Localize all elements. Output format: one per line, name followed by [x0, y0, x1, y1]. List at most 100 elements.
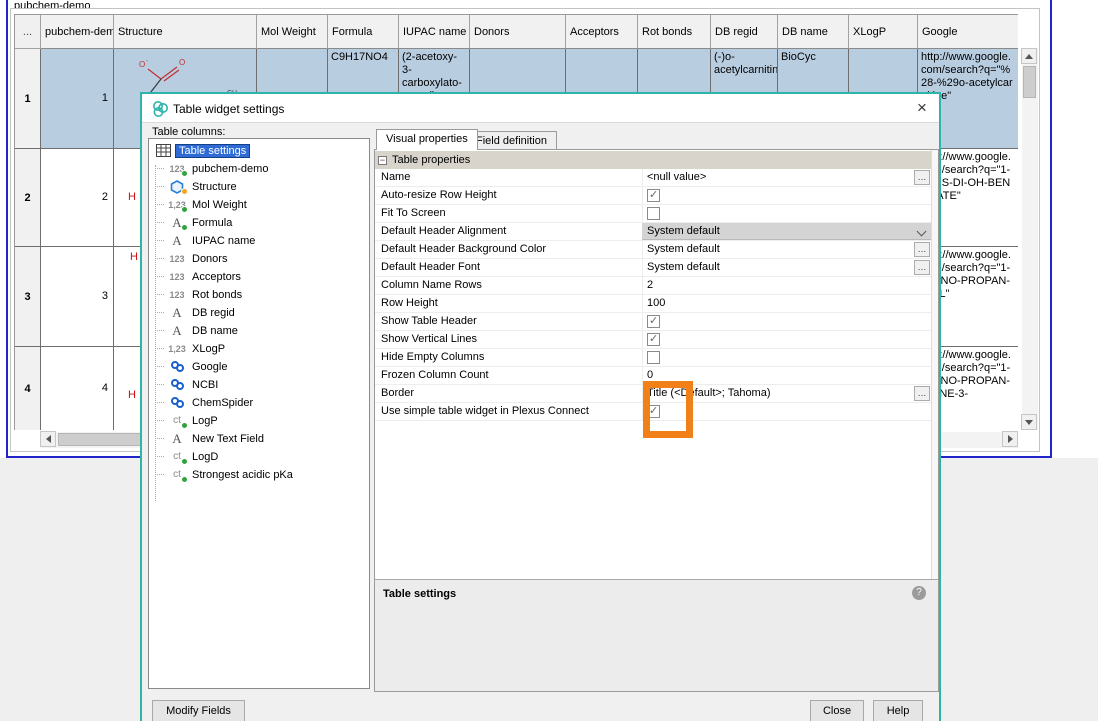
column-header-donors[interactable]: Donors [470, 15, 566, 49]
ellipsis-button[interactable]: … [914, 260, 930, 275]
tree-item-logp[interactable]: ct LogP [155, 412, 221, 429]
tree-item-donors[interactable]: 123 Donors [155, 250, 230, 267]
checkbox[interactable] [647, 351, 660, 364]
integer-field-icon: 123 [165, 269, 189, 284]
tree-item-iupac-name[interactable]: A IUPAC name [155, 232, 258, 249]
close-button[interactable]: Close [810, 700, 864, 721]
tree-item-table-settings[interactable]: Table settings [151, 142, 250, 159]
column-header-formula[interactable]: Formula [328, 15, 399, 49]
tree-item-acceptors[interactable]: 123 Acceptors [155, 268, 244, 285]
column-header-db-regid[interactable]: DB regid [711, 15, 778, 49]
calculated-badge-icon [181, 206, 188, 213]
calculated-badge-icon [181, 224, 188, 231]
ellipsis-button[interactable]: … [914, 170, 930, 185]
ellipsis-button[interactable]: … [914, 242, 930, 257]
checkbox[interactable] [647, 333, 660, 346]
scroll-right-button[interactable] [1002, 431, 1018, 447]
tab-visual-properties[interactable]: Visual properties [376, 129, 478, 150]
tree-item-label: Structure [189, 180, 240, 194]
tree-item-label: XLogP [189, 342, 228, 356]
ellipsis-button[interactable]: … [914, 386, 930, 401]
tree-item-label: Formula [189, 216, 235, 230]
property-row-default-header-font: Default Header Font System default … [375, 259, 931, 277]
scroll-down-button[interactable] [1021, 414, 1037, 430]
row-number[interactable]: 3 [15, 247, 41, 347]
row-number[interactable]: 1 [15, 49, 41, 149]
table-cell[interactable]: 4 [41, 347, 114, 430]
annotation-highlight-rectangle [643, 381, 693, 438]
dialog-title: Table widget settings [173, 102, 284, 116]
tree-item-formula[interactable]: A Formula [155, 214, 235, 231]
table-properties-section-header[interactable]: − Table properties [375, 151, 931, 169]
tree-item-logd[interactable]: ct LogD [155, 448, 221, 465]
tree-item-db-regid[interactable]: A DB regid [155, 304, 238, 321]
tree-item-db-name[interactable]: A DB name [155, 322, 241, 339]
table-columns-tree: Table settings 123 pubchem-demo Structur… [148, 138, 370, 689]
chemterm-field-icon: ct [165, 467, 189, 482]
tree-item-label: Acceptors [189, 270, 244, 284]
column-header-iupac[interactable]: IUPAC name [399, 15, 470, 49]
close-icon[interactable]: × [910, 97, 934, 119]
column-chooser-button[interactable]: ... [15, 15, 41, 49]
column-header-google[interactable]: Google [918, 15, 1018, 49]
link-icon [165, 359, 189, 374]
tree-item-structure[interactable]: Structure [155, 178, 240, 195]
table-cell[interactable]: 3 [41, 247, 114, 347]
tree-item-strongest-acidic-pka[interactable]: ct Strongest acidic pKa [155, 466, 296, 483]
tree-panel-label: Table columns: [152, 126, 225, 138]
tree-item-label: ChemSpider [189, 396, 256, 410]
dropdown[interactable]: System default [642, 223, 931, 240]
link-icon [165, 395, 189, 410]
tree-item-label: New Text Field [189, 432, 267, 446]
column-header-mol-weight[interactable]: Mol Weight [257, 15, 328, 49]
dialog-title-bar[interactable]: Table widget settings × [142, 94, 939, 123]
tree-item-label: Rot bonds [189, 288, 245, 302]
property-row-fit-to-screen: Fit To Screen [375, 205, 931, 223]
tree-item-google[interactable]: Google [155, 358, 230, 375]
warning-badge-icon [181, 188, 188, 195]
calculated-badge-icon [181, 458, 188, 465]
tree-item-ncbi[interactable]: NCBI [155, 376, 221, 393]
tree-item-xlogp[interactable]: 1,23 XLogP [155, 340, 228, 357]
calculated-badge-icon [181, 476, 188, 483]
checkbox[interactable] [647, 315, 660, 328]
vertical-scrollbar[interactable] [1022, 48, 1038, 430]
scroll-up-button[interactable] [1021, 48, 1037, 64]
tree-item-label: Google [189, 360, 230, 374]
column-header-rot-bonds[interactable]: Rot bonds [638, 15, 711, 49]
property-row-default-header-alignment: Default Header Alignment System default [375, 223, 931, 241]
help-button[interactable]: Help [873, 700, 923, 721]
tree-item-label: IUPAC name [189, 234, 258, 248]
chemterm-field-icon: ct [165, 449, 189, 464]
column-header-structure[interactable]: Structure [114, 15, 257, 49]
column-header-pubchem-demo[interactable]: pubchem-demo [41, 15, 114, 49]
scroll-left-button[interactable] [40, 431, 56, 447]
row-number[interactable]: 4 [15, 347, 41, 430]
tree-item-mol-weight[interactable]: 1,23 Mol Weight [155, 196, 250, 213]
modify-fields-button[interactable]: Modify Fields [152, 700, 245, 721]
tree-item-rot-bonds[interactable]: 123 Rot bonds [155, 286, 245, 303]
row-number[interactable]: 2 [15, 149, 41, 247]
property-panel-scroll-track[interactable] [931, 150, 938, 579]
checkbox[interactable] [647, 189, 660, 202]
table-cell[interactable]: 2 [41, 149, 114, 247]
column-header-db-name[interactable]: DB name [778, 15, 849, 49]
svg-text:-: - [146, 58, 148, 64]
tab-field-definition[interactable]: Field definition [466, 131, 557, 150]
property-row-show-table-header: Show Table Header [375, 313, 931, 331]
tree-item-chemspider[interactable]: ChemSpider [155, 394, 256, 411]
tree-item-label: LogD [189, 450, 221, 464]
screen: pubchem-demo ... pubchem-demo Structure … [0, 0, 1098, 721]
calculated-badge-icon [181, 422, 188, 429]
vertical-scroll-thumb[interactable] [1023, 66, 1036, 98]
tree-item-new-text-field[interactable]: A New Text Field [155, 430, 267, 447]
help-badge-icon[interactable]: ? [912, 586, 926, 600]
tree-item-label: LogP [189, 414, 221, 428]
column-header-xlogp[interactable]: XLogP [849, 15, 918, 49]
svg-text:O: O [179, 58, 185, 67]
checkbox[interactable] [647, 207, 660, 220]
table-cell[interactable]: 1 [41, 49, 114, 149]
column-header-acceptors[interactable]: Acceptors [566, 15, 638, 49]
tree-item-pubchem-demo[interactable]: 123 pubchem-demo [155, 160, 271, 177]
collapse-icon[interactable]: − [378, 156, 387, 165]
